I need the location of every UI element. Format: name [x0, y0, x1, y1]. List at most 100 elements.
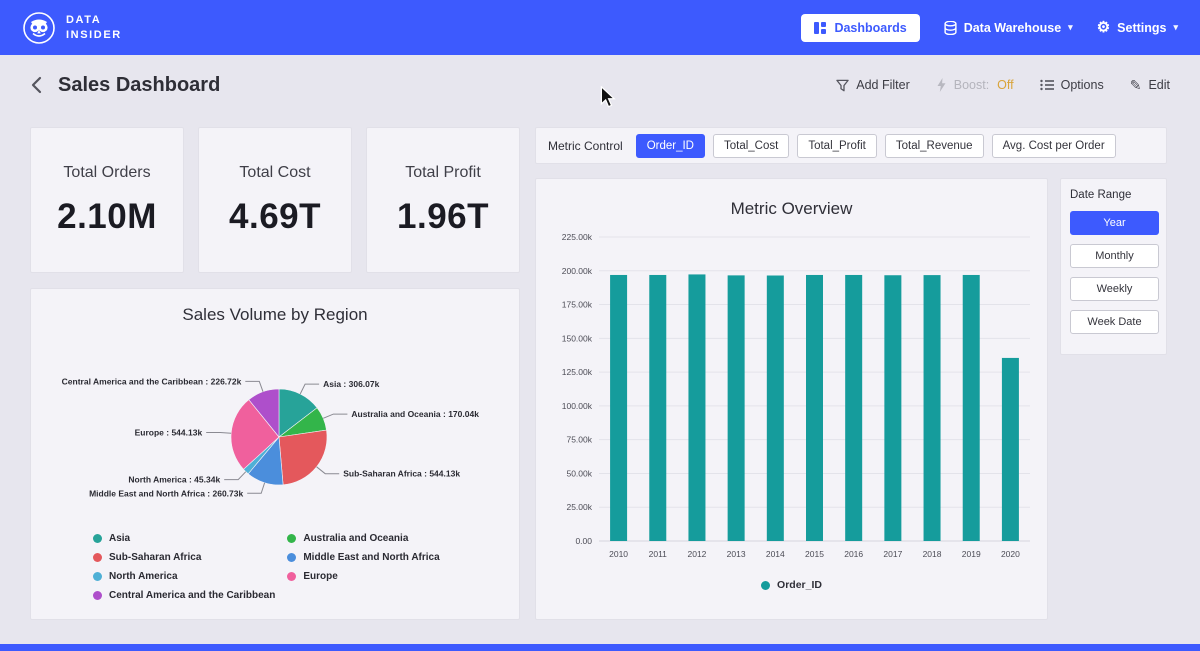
legend-item-middle-east-and-north-africa[interactable]: Middle East and North Africa: [287, 552, 439, 563]
bar-2020[interactable]: [1002, 358, 1019, 541]
legend-dot: [93, 553, 102, 562]
svg-text:200.00k: 200.00k: [562, 266, 593, 276]
boost-state: Off: [997, 78, 1013, 92]
legend-item-australia-and-oceania[interactable]: Australia and Oceania: [287, 533, 439, 544]
date-range-label: Date Range: [1070, 189, 1157, 201]
options-button[interactable]: Options: [1040, 78, 1104, 92]
pie-chart-legend: Asia Sub-Saharan Africa North America Centr…: [93, 533, 440, 609]
svg-text:75.00k: 75.00k: [566, 435, 592, 445]
brand-line2: INSIDER: [66, 28, 122, 42]
top-navbar: DATA INSIDER Dashboards Data Warehou: [0, 0, 1200, 55]
legend-label: Europe: [303, 571, 337, 582]
boost-label: Boost:: [954, 78, 989, 92]
boost-toggle[interactable]: Boost: Off: [936, 78, 1014, 92]
edit-label: Edit: [1148, 78, 1170, 92]
legend-dot: [287, 572, 296, 581]
bar-legend-label: Order_ID: [777, 579, 822, 591]
brand-logo[interactable]: DATA INSIDER: [22, 11, 122, 45]
kpi-card-total-orders: Total Orders 2.10M: [30, 127, 184, 273]
add-filter-button[interactable]: Add Filter: [836, 78, 910, 92]
dashboard-grid-icon: [814, 22, 826, 34]
kpi-label: Total Profit: [367, 164, 519, 182]
pie-label-europe: Europe : 544.13k: [135, 427, 203, 437]
svg-text:2014: 2014: [766, 549, 785, 559]
svg-text:50.00k: 50.00k: [566, 468, 592, 478]
metric-control-label: Metric Control: [548, 139, 623, 153]
svg-text:2016: 2016: [844, 549, 863, 559]
legend-item-central-america-and-the-caribbean[interactable]: Central America and the Caribbean: [93, 590, 275, 601]
legend-dot: [761, 581, 770, 590]
brand-line1: DATA: [66, 13, 122, 27]
metric-button-total-revenue[interactable]: Total_Revenue: [885, 134, 984, 158]
legend-dot: [93, 591, 102, 600]
bar-2016[interactable]: [845, 275, 862, 541]
bar-2018[interactable]: [924, 275, 941, 541]
date-range-button-group: Year Monthly Weekly Week Date: [1070, 211, 1157, 334]
date-range-button-year[interactable]: Year: [1070, 211, 1159, 235]
legend-item-sub-saharan-africa[interactable]: Sub-Saharan Africa: [93, 552, 275, 563]
pie-label-middle-east-and-north-africa: Middle East and North Africa : 260.73k: [89, 488, 243, 498]
metric-button-order-id[interactable]: Order_ID: [636, 134, 705, 158]
edit-button[interactable]: ✎ Edit: [1130, 78, 1170, 92]
date-range-panel: Date Range Year Monthly Weekly Week Date: [1060, 178, 1167, 355]
bar-2014[interactable]: [767, 276, 784, 541]
pie-label-north-america: North America : 45.34k: [128, 475, 220, 485]
metric-button-group: Order_ID Total_Cost Total_Profit Total_Reve…: [636, 134, 1116, 158]
bar-2011[interactable]: [649, 275, 666, 541]
kpi-card-total-profit: Total Profit 1.96T: [366, 127, 520, 273]
sales-dashboard-page: DATA INSIDER Dashboards Data Warehou: [0, 0, 1200, 651]
chevron-down-icon: ▾: [1173, 22, 1178, 33]
date-range-button-weekly[interactable]: Weekly: [1070, 277, 1159, 301]
bar-2019[interactable]: [963, 275, 980, 541]
svg-text:150.00k: 150.00k: [562, 333, 593, 343]
legend-label: Asia: [109, 533, 130, 544]
database-icon: [944, 21, 957, 35]
date-range-button-week-date[interactable]: Week Date: [1070, 310, 1159, 334]
nav-dashboards-button[interactable]: Dashboards: [801, 14, 919, 42]
pie-slice-sub-saharan-africa[interactable]: [279, 430, 327, 485]
metric-button-total-profit[interactable]: Total_Profit: [797, 134, 877, 158]
kpi-value: 1.96T: [367, 197, 519, 237]
pie-label-central-america-and-the-caribbean: Central America and the Caribbean : 226.…: [62, 376, 242, 386]
svg-text:0.00: 0.00: [575, 536, 592, 546]
metric-button-avg-cost-per-order[interactable]: Avg. Cost per Order: [992, 134, 1116, 158]
pie-label-sub-saharan-africa: Sub-Saharan Africa : 544.13k: [343, 469, 460, 479]
nav-data-warehouse[interactable]: Data Warehouse ▾: [944, 21, 1073, 35]
pie-label-asia: Asia : 306.07k: [323, 379, 380, 389]
bar-chart-title: Metric Overview: [536, 179, 1047, 219]
nav-settings[interactable]: ⚙ Settings ▾: [1097, 20, 1178, 35]
bar-2012[interactable]: [688, 274, 705, 541]
svg-text:225.00k: 225.00k: [562, 232, 593, 242]
legend-label: Australia and Oceania: [303, 533, 408, 544]
date-range-button-monthly[interactable]: Monthly: [1070, 244, 1159, 268]
kpi-value: 4.69T: [199, 197, 351, 237]
metric-overview-chart: 0.0025.00k50.00k75.00k100.00k125.00k150.…: [539, 225, 1044, 577]
kpi-value: 2.10M: [31, 197, 183, 237]
legend-item-north-america[interactable]: North America: [93, 571, 275, 582]
chevron-down-icon: ▾: [1068, 22, 1073, 33]
pencil-icon: ✎: [1130, 78, 1142, 92]
bar-2010[interactable]: [610, 275, 627, 541]
bar-2017[interactable]: [884, 275, 901, 541]
legend-item-europe[interactable]: Europe: [287, 571, 439, 582]
filter-funnel-icon: [836, 79, 849, 92]
legend-item-asia[interactable]: Asia: [93, 533, 275, 544]
options-list-icon: [1040, 79, 1054, 91]
svg-text:2011: 2011: [649, 549, 668, 559]
bar-2015[interactable]: [806, 275, 823, 541]
bar-chart-legend[interactable]: Order_ID: [536, 579, 1047, 591]
add-filter-label: Add Filter: [856, 78, 910, 92]
metric-overview-card: Metric Overview 0.0025.00k50.00k75.00k10…: [535, 178, 1048, 620]
back-button[interactable]: [30, 76, 42, 94]
kpi-card-total-cost: Total Cost 4.69T: [198, 127, 352, 273]
metric-control-bar: Metric Control Order_ID Total_Cost Total_P…: [535, 127, 1167, 164]
options-label: Options: [1061, 78, 1104, 92]
bottom-accent-bar: [0, 644, 1200, 651]
legend-label: Sub-Saharan Africa: [109, 552, 201, 563]
metric-button-total-cost[interactable]: Total_Cost: [713, 134, 789, 158]
boost-bolt-icon: [936, 78, 947, 92]
nav-settings-label: Settings: [1117, 21, 1166, 35]
svg-text:2012: 2012: [687, 549, 706, 559]
bar-2013[interactable]: [728, 275, 745, 541]
svg-text:100.00k: 100.00k: [562, 401, 593, 411]
